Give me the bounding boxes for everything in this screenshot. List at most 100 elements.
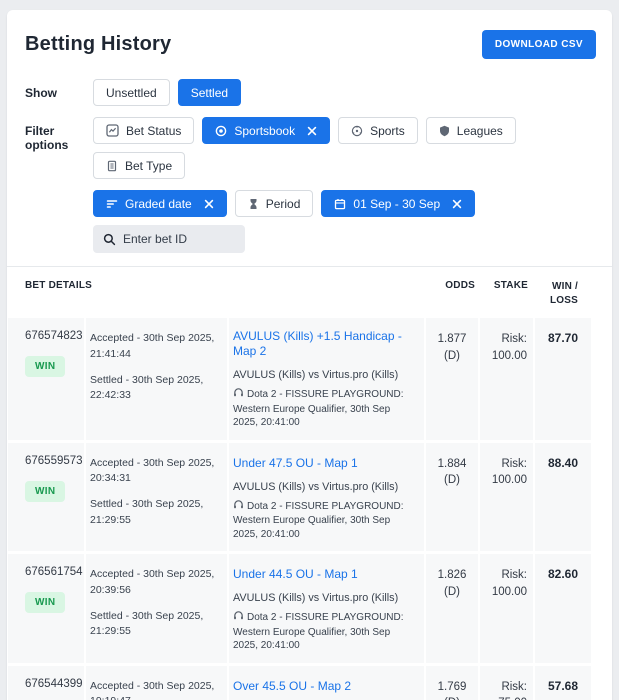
page: { "colors": { "accent": "#1a73e8", "win_…: [0, 10, 619, 700]
odds-cell: 1.769 (D): [426, 666, 478, 700]
headset-icon: [233, 613, 244, 624]
stake-label: Risk:: [482, 567, 527, 584]
bet-status-label: Bet Status: [126, 124, 181, 138]
table-row: 676544399 WIN Accepted - 30th Sep 2025, …: [8, 666, 591, 700]
remove-date-range-filter-icon[interactable]: [452, 199, 462, 209]
show-label: Show: [25, 79, 93, 100]
bet-id: 676574823: [25, 330, 78, 342]
sort-lines-icon: [106, 198, 118, 210]
settled-date: Settled - 30th Sep 2025, 21:29:55: [90, 497, 217, 529]
stake-value: 75.00: [482, 695, 527, 700]
stake-cell: Risk: 75.00: [480, 666, 533, 700]
page-title: Betting History: [25, 33, 171, 56]
filter-options-row-2: Graded date Period 01 Sep - 30 Sep: [25, 190, 596, 253]
filter-chip-group: Bet Status Sportsbook Sports Leagues: [93, 117, 596, 179]
graded-date-filter-chip[interactable]: Graded date: [93, 190, 227, 217]
accepted-date: Accepted - 30th Sep 2025, 19:19:47: [90, 679, 217, 700]
bet-details-header: BET DETAILS: [8, 280, 424, 307]
date-range-filter-chip[interactable]: 01 Sep - 30 Sep: [321, 190, 475, 217]
download-csv-button[interactable]: DOWNLOAD CSV: [482, 30, 596, 59]
odds-type: (D): [428, 472, 476, 489]
stake-cell: Risk: 100.00: [480, 554, 533, 663]
bet-id-cell: 676544399 WIN: [8, 666, 84, 700]
filter-options-row: Filter options Bet Status Sportsbook Spo…: [25, 117, 596, 179]
bet-id: 676544399: [25, 678, 78, 690]
bet-dates-cell: Accepted - 30th Sep 2025, 19:19:47 Settl…: [86, 666, 227, 700]
stake-header: STAKE: [480, 280, 533, 307]
bet-league: Dota 2 - FISSURE PLAYGROUND: Western Eur…: [233, 387, 414, 430]
bet-status-icon: [106, 124, 119, 137]
settled-date: Settled - 30th Sep 2025, 21:29:55: [90, 609, 217, 641]
bet-info-cell: Under 44.5 OU - Map 1 AVULUS (Kills) vs …: [229, 554, 424, 663]
win-loss-cell: 87.70: [535, 318, 591, 440]
bet-info-cell: Under 47.5 OU - Map 1 AVULUS (Kills) vs …: [229, 443, 424, 552]
stake-value: 100.00: [482, 348, 527, 365]
headset-icon: [233, 390, 244, 401]
sports-filter-chip[interactable]: Sports: [338, 117, 418, 144]
bet-league-text: Dota 2 - FISSURE PLAYGROUND: Western Eur…: [233, 501, 404, 540]
status-badge: WIN: [25, 356, 65, 377]
leagues-label: Leagues: [457, 124, 503, 138]
win-loss-header: WIN / LOSS: [535, 280, 591, 307]
bet-id-search-input[interactable]: [123, 232, 235, 246]
bet-id: 676561754: [25, 566, 78, 578]
bet-title-link[interactable]: Under 44.5 OU - Map 1: [233, 567, 358, 582]
accepted-date: Accepted - 30th Sep 2025, 21:41:44: [90, 331, 217, 363]
odds-value: 1.884: [428, 456, 476, 473]
bet-matchup: AVULUS (Kills) vs Virtus.pro (Kills): [233, 481, 414, 493]
shield-icon: [439, 125, 450, 137]
calendar-icon: [334, 198, 346, 210]
search-icon: [103, 233, 116, 246]
leagues-filter-chip[interactable]: Leagues: [426, 117, 516, 144]
status-badge: WIN: [25, 592, 65, 613]
graded-date-label: Graded date: [125, 197, 192, 211]
bet-id-cell: 676574823 WIN: [8, 318, 84, 440]
win-loss-cell: 57.68: [535, 666, 591, 700]
bet-title-link[interactable]: AVULUS (Kills) +1.5 Handicap - Map 2: [233, 329, 414, 359]
sportsbook-icon: [215, 125, 227, 137]
show-row: Show Unsettled Settled: [25, 79, 596, 106]
odds-value: 1.826: [428, 567, 476, 584]
bet-id-cell: 676561754 WIN: [8, 554, 84, 663]
show-toggle-group: Unsettled Settled: [93, 79, 596, 106]
sportsbook-label: Sportsbook: [234, 124, 295, 138]
bets-table: BET DETAILS ODDS STAKE WIN / LOSS 676574…: [7, 267, 612, 700]
settled-date: Settled - 30th Sep 2025, 22:42:33: [90, 373, 217, 405]
bet-id-search-box: [93, 225, 245, 253]
settled-toggle[interactable]: Settled: [178, 79, 241, 106]
filter-options-label: Filter options: [25, 117, 93, 152]
stake-label: Risk:: [482, 679, 527, 696]
filter-row2-spacer: [25, 190, 93, 197]
remove-sportsbook-filter-icon[interactable]: [307, 126, 317, 136]
unsettled-toggle[interactable]: Unsettled: [93, 79, 170, 106]
hourglass-icon: [248, 198, 259, 210]
remove-graded-date-filter-icon[interactable]: [204, 199, 214, 209]
bet-info-cell: Over 45.5 OU - Map 2 MOUZ (Kills) vs Zer…: [229, 666, 424, 700]
table-row: 676559573 WIN Accepted - 30th Sep 2025, …: [8, 443, 591, 552]
bet-dates-cell: Accepted - 30th Sep 2025, 20:39:56 Settl…: [86, 554, 227, 663]
odds-cell: 1.884 (D): [426, 443, 478, 552]
stake-value: 100.00: [482, 472, 527, 489]
sports-label: Sports: [370, 124, 405, 138]
accepted-date: Accepted - 30th Sep 2025, 20:34:31: [90, 456, 217, 488]
stake-value: 100.00: [482, 584, 527, 601]
card-header: Betting History DOWNLOAD CSV: [7, 26, 612, 79]
bet-matchup: AVULUS (Kills) vs Virtus.pro (Kills): [233, 369, 414, 381]
odds-type: (D): [428, 695, 476, 700]
bet-title-link[interactable]: Under 47.5 OU - Map 1: [233, 456, 358, 471]
bet-title-link[interactable]: Over 45.5 OU - Map 2: [233, 679, 351, 694]
bet-league: Dota 2 - FISSURE PLAYGROUND: Western Eur…: [233, 610, 414, 653]
odds-type: (D): [428, 348, 476, 365]
stake-label: Risk:: [482, 331, 527, 348]
bet-info-cell: AVULUS (Kills) +1.5 Handicap - Map 2 AVU…: [229, 318, 424, 440]
betting-history-card: Betting History DOWNLOAD CSV Show Unsett…: [7, 10, 612, 700]
stake-label: Risk:: [482, 456, 527, 473]
period-label: Period: [266, 197, 301, 211]
bet-type-filter-chip[interactable]: Bet Type: [93, 152, 185, 179]
stake-cell: Risk: 100.00: [480, 318, 533, 440]
sportsbook-filter-chip[interactable]: Sportsbook: [202, 117, 330, 144]
bet-status-filter-chip[interactable]: Bet Status: [93, 117, 194, 144]
odds-type: (D): [428, 584, 476, 601]
bet-matchup: AVULUS (Kills) vs Virtus.pro (Kills): [233, 592, 414, 604]
period-filter-chip[interactable]: Period: [235, 190, 314, 217]
